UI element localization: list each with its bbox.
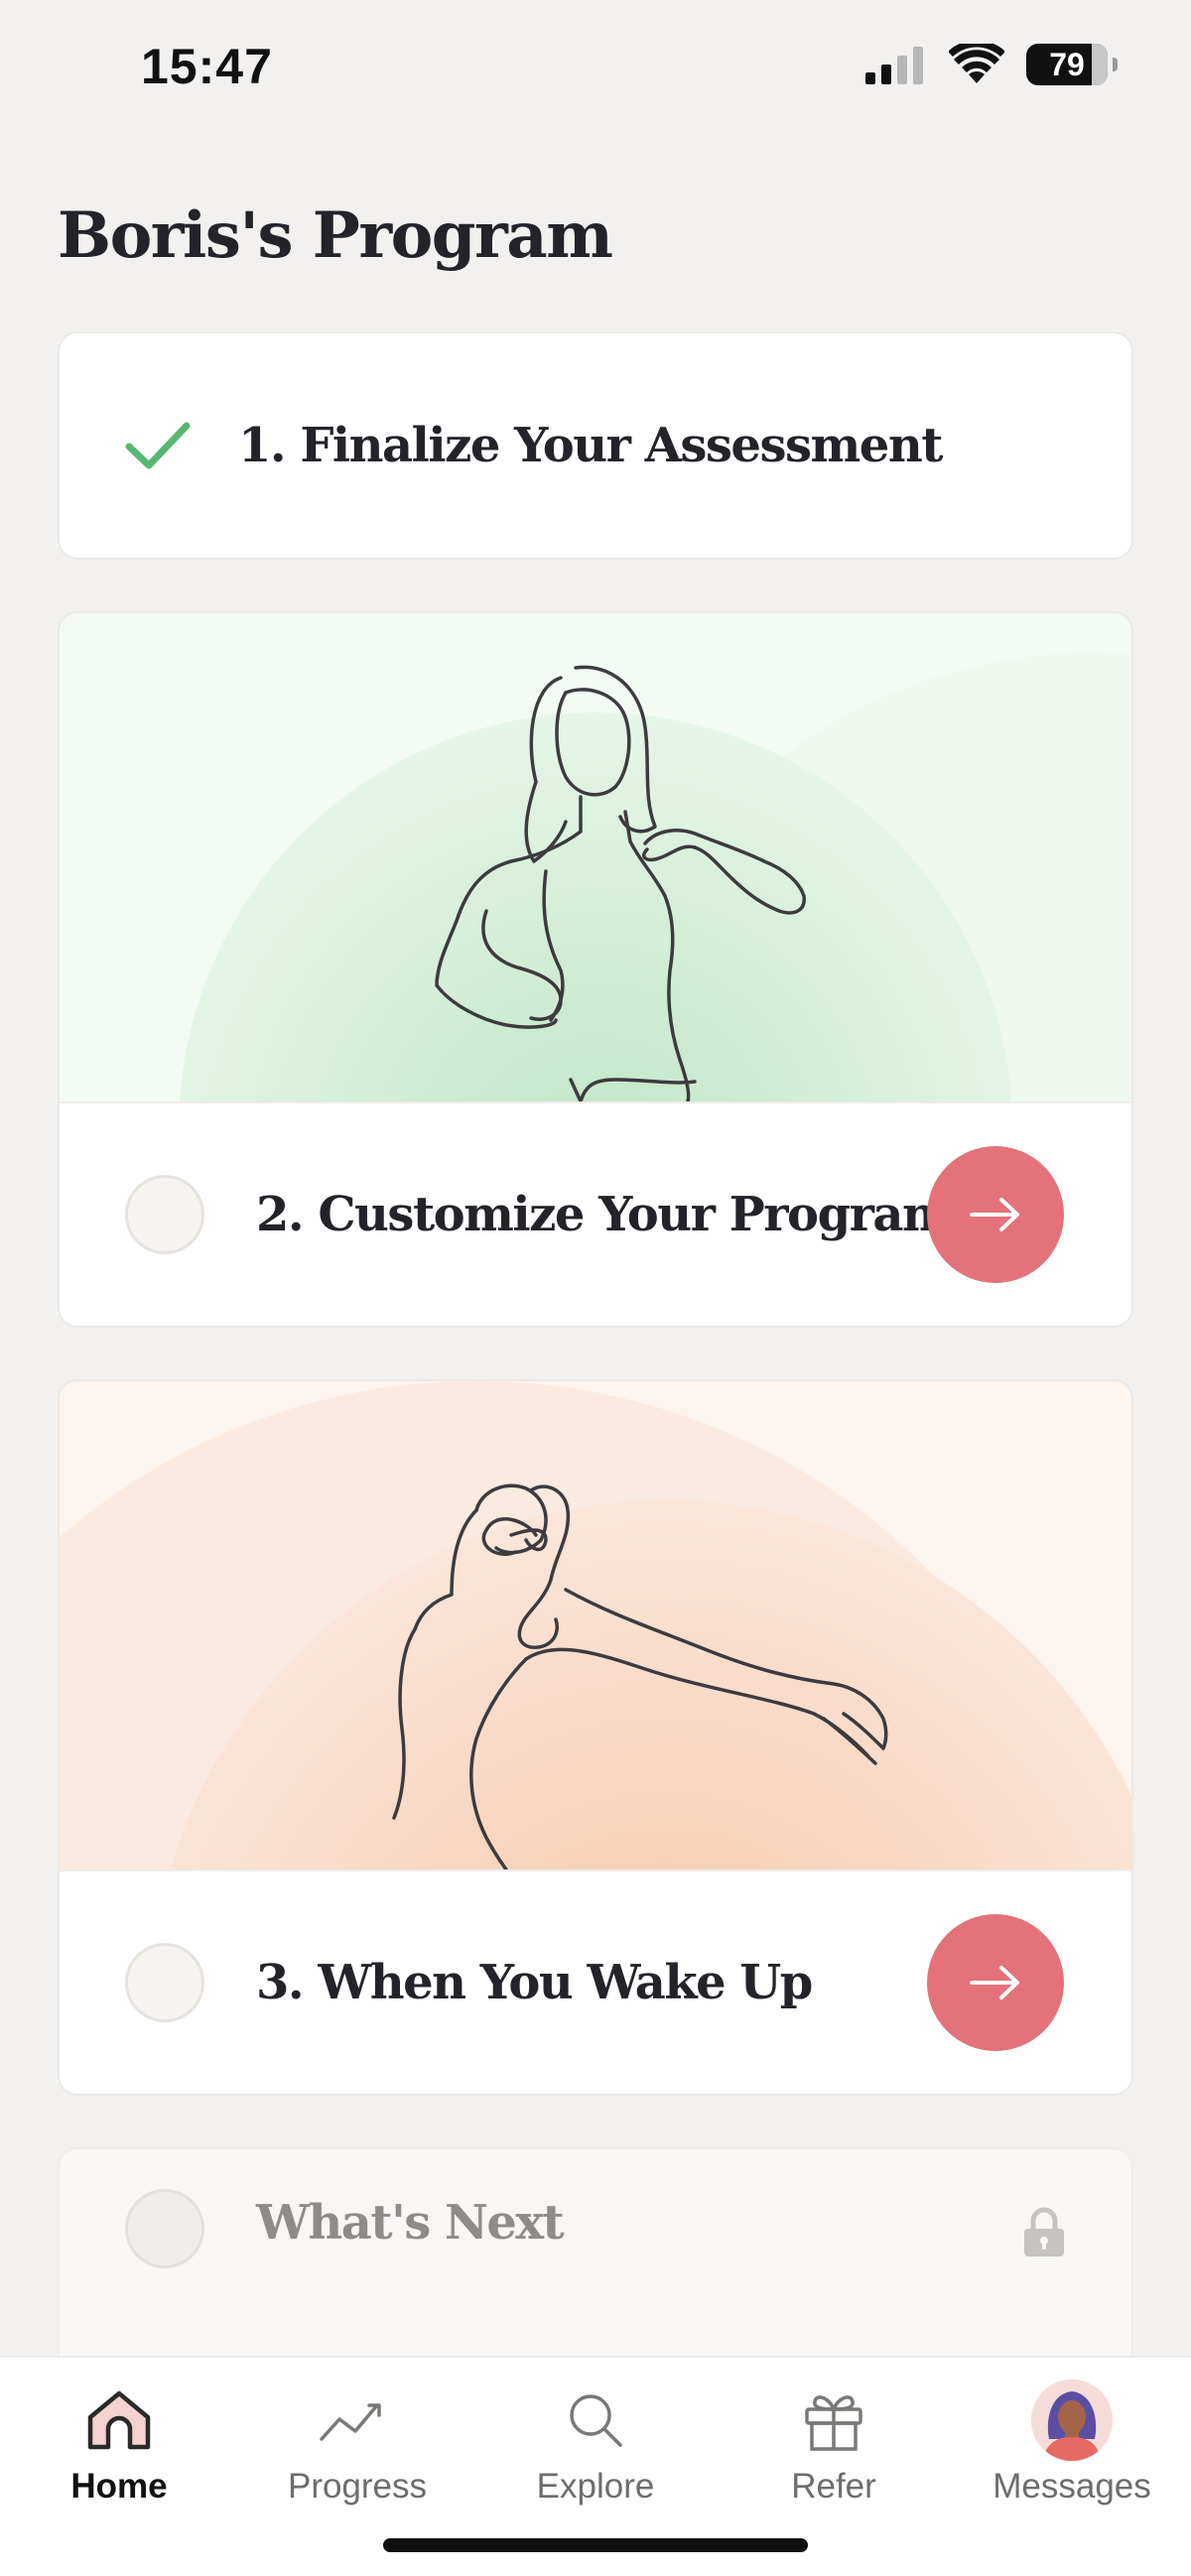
tab-label: Progress [287,2467,428,2506]
step-card-wake-up[interactable]: 3. When You Wake Up [58,1379,1133,2096]
step-radio [125,1175,204,1254]
status-bar: 15:47 79 [0,0,1191,139]
tab-label: Messages [992,2467,1151,2506]
signal-icon [865,47,923,84]
step-title: What's Next [256,2195,565,2251]
gift-icon [805,2395,862,2451]
arrow-right-icon [970,1198,1019,1231]
status-icons: 79 [865,44,1118,85]
arrow-right-icon [970,1966,1019,1999]
tab-progress[interactable]: Progress [268,2382,447,2507]
step-card-customize-program[interactable]: 2. Customize Your Program [58,611,1133,1328]
check-icon [125,422,191,469]
wifi-icon [949,44,1004,83]
battery-level: 79 [1049,46,1085,82]
battery-indicator: 79 [1026,44,1118,85]
status-time: 15:47 [141,39,273,94]
step-title: 2. Customize Your Program [256,1187,953,1242]
step-card-finalize-assessment[interactable]: 1. Finalize Your Assessment [58,331,1133,560]
lock-icon [1024,2207,1064,2256]
step-radio [125,2189,204,2268]
illustration-woman-pointing [60,613,1131,1101]
step-radio [125,1943,204,2022]
tab-messages[interactable]: Messages [983,2380,1161,2507]
search-icon [570,2394,622,2447]
home-icon [87,2390,151,2450]
tab-label: Explore [536,2467,655,2506]
tab-refer[interactable]: Refer [744,2382,923,2507]
avatar [1031,2380,1113,2461]
home-indicator [383,2538,808,2552]
page-title: Boris's Program [58,198,613,273]
step-title: 1. Finalize Your Assessment [238,418,943,473]
illustration-woman-stretching [60,1381,1131,1869]
start-step-button[interactable] [927,1914,1064,2051]
step-card-whats-next: What's Next [58,2147,1133,2376]
step-title: 3. When You Wake Up [256,1955,813,2010]
tab-explore[interactable]: Explore [506,2382,685,2507]
tab-label: Refer [791,2467,876,2506]
tab-label: Home [70,2467,168,2506]
trend-icon [320,2403,381,2441]
start-step-button[interactable] [927,1146,1064,1283]
tab-home[interactable]: Home [30,2382,208,2507]
